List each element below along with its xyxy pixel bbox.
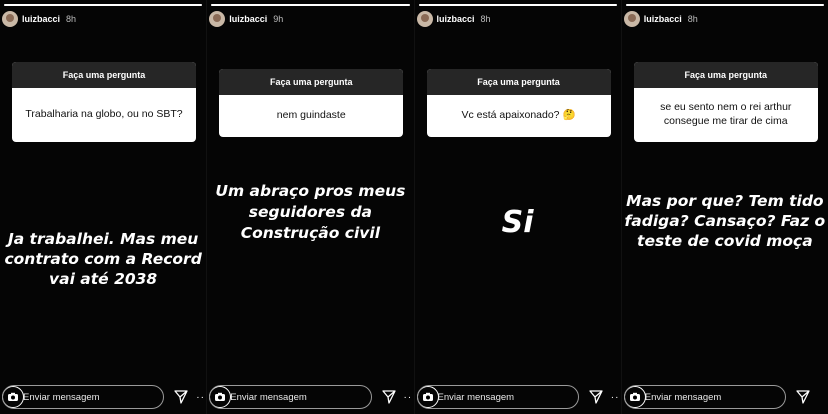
story-panel-4[interactable]: luizbacci 8h Faça uma pergunta se eu sen… xyxy=(620,0,828,414)
send-icon xyxy=(589,390,603,404)
question-header: Faça uma pergunta xyxy=(219,69,404,95)
story-panel-3[interactable]: luizbacci 8h Faça uma pergunta Vc está a… xyxy=(413,0,621,414)
question-sticker: Faça uma pergunta nem guindaste xyxy=(219,69,404,137)
reply-bar: Enviar mensagem ·· xyxy=(0,384,206,410)
story-progress-bar xyxy=(625,4,824,6)
story-header: luizbacci 8h xyxy=(415,10,621,28)
answer-text: Mas por que? Tem tido fadiga? Cansaço? F… xyxy=(624,192,826,250)
question-text: se eu sento nem o rei arthur consegue me… xyxy=(660,101,792,127)
send-button[interactable] xyxy=(378,386,400,408)
question-text: nem guindaste xyxy=(276,109,346,122)
send-button[interactable] xyxy=(170,386,192,408)
message-input[interactable]: Enviar mensagem xyxy=(623,385,786,409)
reply-bar: Enviar mensagem xyxy=(622,384,828,410)
answer-text: Ja trabalhei. Mas meu contrato com a Rec… xyxy=(4,230,202,288)
username[interactable]: luizbacci xyxy=(22,14,60,24)
message-input[interactable]: Enviar mensagem xyxy=(416,385,579,409)
more-icon[interactable]: ·· xyxy=(611,392,621,403)
avatar[interactable] xyxy=(209,11,226,27)
avatar[interactable] xyxy=(2,11,18,27)
story-header: luizbacci 8h xyxy=(622,10,828,28)
send-icon xyxy=(381,390,396,404)
message-input[interactable]: Enviar mensagem xyxy=(2,385,165,409)
username[interactable]: luizbacci xyxy=(437,14,475,24)
question-text: Trabalharia na globo, ou no SBT? xyxy=(25,108,183,121)
avatar[interactable] xyxy=(416,11,433,27)
more-icon[interactable]: ·· xyxy=(404,392,414,403)
avatar[interactable] xyxy=(623,11,640,27)
question-header: Faça uma pergunta xyxy=(426,69,611,95)
story-strip: luizbacci 8h Faça uma pergunta Trabalhar… xyxy=(0,0,828,414)
send-button[interactable] xyxy=(792,386,814,408)
send-icon xyxy=(174,390,188,404)
story-panel-2[interactable]: luizbacci 9h Faça uma pergunta nem guind… xyxy=(206,0,414,414)
question-text: Vc está apaixonado? 🤔 xyxy=(461,109,576,122)
question-sticker: Faça uma pergunta Trabalharia na globo, … xyxy=(12,62,196,142)
question-header: Faça uma pergunta xyxy=(12,62,196,88)
message-input[interactable]: Enviar mensagem xyxy=(209,385,372,409)
question-sticker: Faça uma pergunta Vc está apaixonado? 🤔 xyxy=(426,69,611,137)
post-time: 8h xyxy=(687,14,698,24)
story-panel-1[interactable]: luizbacci 8h Faça uma pergunta Trabalhar… xyxy=(0,0,207,414)
more-icon[interactable]: ·· xyxy=(196,392,206,403)
question-sticker: Faça uma pergunta se eu sento nem o rei … xyxy=(633,62,818,142)
answer-text: Si xyxy=(501,205,534,240)
story-progress-bar xyxy=(211,4,410,6)
reply-bar: Enviar mensagem ·· xyxy=(207,384,413,410)
send-button[interactable] xyxy=(585,386,607,408)
reply-bar: Enviar mensagem ·· xyxy=(415,384,621,410)
story-progress-bar xyxy=(4,4,203,6)
post-time: 8h xyxy=(480,14,491,24)
username[interactable]: luizbacci xyxy=(644,14,682,24)
answer-text: Um abraço pros meus seguidores da Constr… xyxy=(215,182,406,242)
story-header: luizbacci 9h xyxy=(207,10,413,28)
question-header: Faça uma pergunta xyxy=(633,62,818,88)
story-header: luizbacci 8h xyxy=(0,10,206,28)
story-progress-bar xyxy=(418,4,617,6)
username[interactable]: luizbacci xyxy=(229,14,267,24)
send-icon xyxy=(796,390,810,404)
post-time: 9h xyxy=(273,14,284,24)
post-time: 8h xyxy=(66,14,77,24)
